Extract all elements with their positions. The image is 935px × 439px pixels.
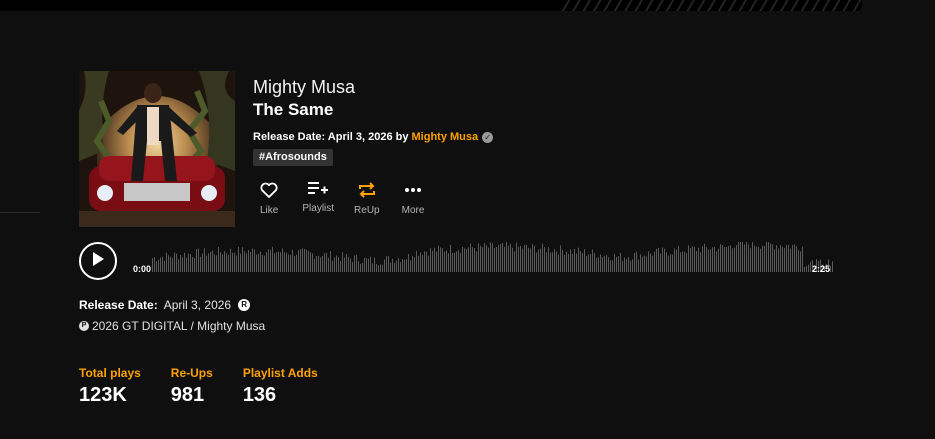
stat-reups: Re-Ups 981 — [171, 366, 213, 407]
nav-stripes-decoration — [560, 0, 862, 11]
copyright-line: P 2026 GT DIGITAL / Mighty Musa — [79, 319, 265, 333]
heart-icon — [260, 181, 278, 199]
release-line: Release Date: April 3, 2026 by Mighty Mu… — [253, 131, 494, 143]
genre-tag[interactable]: #Afrosounds — [253, 149, 333, 166]
verified-check-icon: ✓ — [482, 131, 494, 143]
stat-playlist-adds: Playlist Adds 136 — [243, 366, 318, 407]
repost-icon — [358, 181, 376, 199]
like-label: Like — [260, 205, 279, 216]
copyright-text: 2026 GT DIGITAL / Mighty Musa — [92, 319, 266, 333]
track-actions: Like Playlist ReUp More — [260, 181, 442, 216]
track-stats: Total plays 123K Re-Ups 981 Playlist Add… — [79, 366, 348, 407]
stat-label: Re-Ups — [170, 366, 213, 380]
duration: 2:25 — [812, 264, 831, 274]
release-artist-link[interactable]: Mighty Musa — [412, 131, 479, 143]
more-label: More — [401, 205, 425, 216]
playlist-button[interactable]: Playlist — [302, 179, 334, 214]
track-title: The Same — [253, 100, 334, 119]
track-info: Mighty Musa The Same Release Date: April… — [253, 76, 494, 166]
release-prefix: Release Date: April 3, 2026 by — [253, 131, 409, 143]
album-cover[interactable] — [79, 71, 235, 227]
stat-value: 981 — [170, 384, 205, 406]
phonogram-icon: P — [79, 321, 89, 331]
like-button[interactable]: Like — [260, 181, 278, 216]
playlist-label: Playlist — [302, 203, 335, 214]
stat-total-plays: Total plays 123K — [79, 366, 141, 407]
playlist-add-icon — [308, 179, 329, 197]
release-date-label: Release Date: — [79, 298, 158, 312]
current-time: 0:00 — [133, 264, 152, 274]
cover-artwork-image — [79, 71, 235, 227]
divider — [0, 212, 40, 213]
release-date-value: April 3, 2026 — [163, 298, 232, 312]
registered-icon: R — [238, 299, 251, 311]
waveform-seekbar[interactable] — [128, 242, 836, 276]
artist-name[interactable]: Mighty Musa — [253, 76, 493, 98]
more-button[interactable]: More — [401, 181, 425, 216]
stat-value: 136 — [242, 384, 277, 406]
reup-button[interactable]: ReUp — [354, 181, 380, 216]
stat-value: 123K — [79, 384, 127, 406]
release-details: Release Date: April 3, 2026 R P 2026 GT … — [79, 298, 265, 333]
play-button[interactable] — [79, 242, 117, 280]
play-icon — [92, 251, 104, 271]
reup-label: ReUp — [354, 205, 380, 216]
more-dots-icon — [404, 181, 422, 199]
top-nav-bar — [0, 0, 862, 11]
stat-label: Playlist Adds — [242, 366, 318, 380]
stat-label: Total plays — [79, 366, 141, 380]
